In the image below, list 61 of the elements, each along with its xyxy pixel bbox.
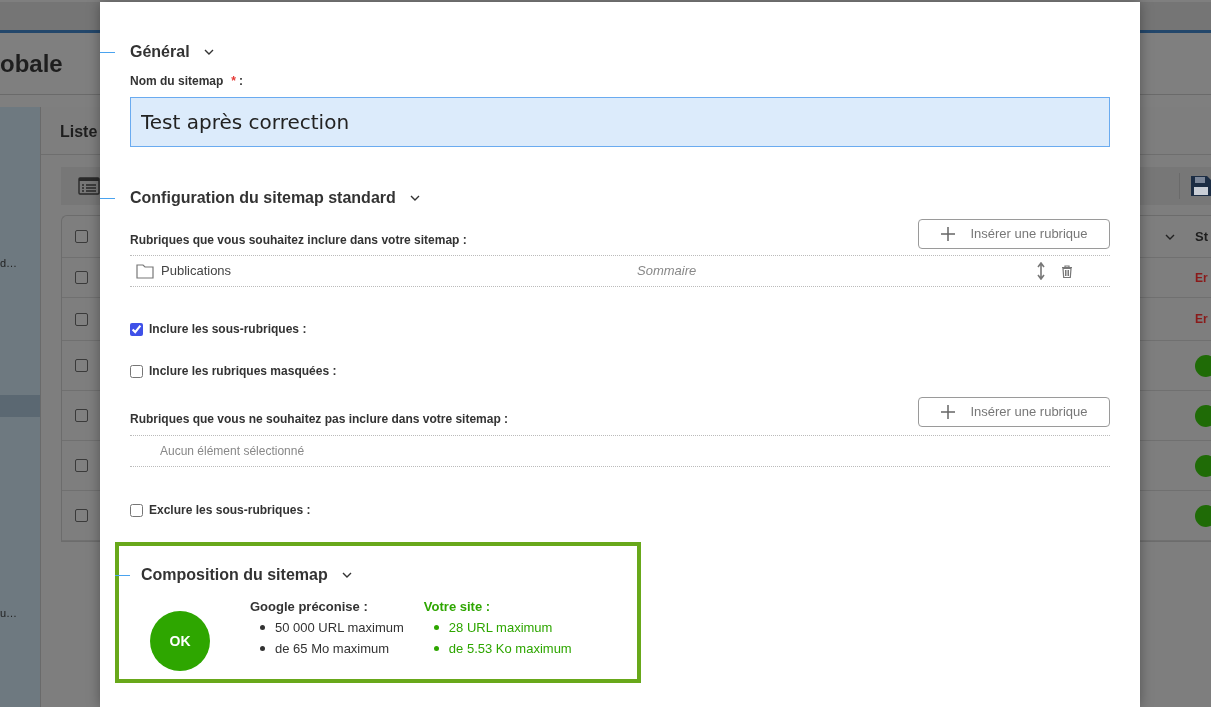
status-badge: OK	[150, 611, 210, 671]
list-text: de 5.53 Ko maximum	[448, 639, 572, 658]
template-name: Sommaire	[637, 262, 698, 281]
checkbox-label: Inclure les sous-rubriques :	[149, 321, 307, 338]
bullet-icon	[260, 645, 265, 651]
section-marker	[100, 51, 115, 53]
checkbox[interactable]	[130, 503, 143, 517]
empty-text: Aucun élément sélectionné	[160, 443, 305, 460]
chevron-icon[interactable]	[409, 195, 420, 201]
section-title: Configuration du sitemap standard	[130, 188, 396, 208]
move-icon[interactable]	[1037, 262, 1045, 280]
checkbox[interactable]	[75, 459, 88, 472]
section-title: Général	[130, 42, 190, 62]
checkbox[interactable]	[75, 409, 88, 422]
checkbox[interactable]	[130, 322, 143, 336]
section-marker	[115, 574, 130, 576]
item-name: Publications	[161, 262, 233, 281]
checkbox[interactable]	[75, 359, 88, 372]
list-text: 50 000 URL maximum	[275, 618, 404, 637]
checkbox[interactable]	[75, 230, 88, 243]
required-mark: *	[231, 74, 237, 88]
save-icon[interactable]	[1190, 175, 1211, 197]
list-icon[interactable]	[78, 177, 100, 195]
checkbox-label: Inclure les rubriques masquées :	[149, 363, 337, 380]
checkbox[interactable]	[75, 271, 88, 284]
checkbox[interactable]	[130, 364, 143, 378]
status-badge	[1195, 404, 1211, 427]
plus-icon	[940, 226, 957, 242]
section-title: Composition du sitemap	[141, 565, 328, 585]
list-text: de 65 Mo maximum	[275, 639, 390, 658]
field-label: Nom du sitemap	[130, 74, 224, 88]
page-title: obale	[0, 49, 63, 79]
status-text: Er	[1195, 311, 1209, 328]
checkbox[interactable]	[75, 509, 88, 522]
bullet-icon	[433, 624, 439, 630]
field-label: :	[239, 74, 244, 88]
folder-icon	[136, 263, 154, 279]
list-text: 28 URL maximum	[448, 618, 553, 637]
status-text: Er	[1195, 269, 1209, 287]
section-label: Rubriques que vous ne souhaitez pas inclure dans votre sitemap :	[130, 411, 509, 428]
checkbox-label: Exclure les sous-rubriques :	[149, 502, 311, 519]
status-badge	[1195, 354, 1211, 377]
column-title: Google préconise :	[250, 598, 369, 616]
chevron-icon[interactable]	[203, 49, 214, 55]
status-badge	[1195, 454, 1211, 477]
insert-button[interactable]: Insérer une rubrique	[918, 397, 1110, 427]
sidebar-item[interactable]: d…	[0, 252, 40, 274]
column-title: Votre site :	[423, 598, 492, 616]
status-badge	[1195, 504, 1211, 527]
plus-icon	[940, 404, 957, 420]
chevron-icon[interactable]	[341, 572, 352, 578]
sidebar-item[interactable]: u…	[0, 602, 40, 624]
section-label: Rubriques que vous souhaitez inclure dans votre sitemap :	[130, 232, 467, 249]
checkbox[interactable]	[75, 312, 88, 326]
trash-icon[interactable]	[1061, 264, 1073, 278]
bullet-icon	[433, 645, 439, 651]
column-header: St	[1195, 227, 1209, 246]
bullet-icon	[260, 624, 265, 630]
insert-button[interactable]: Insérer une rubrique	[918, 219, 1110, 249]
section-marker	[100, 197, 115, 199]
name-field[interactable]: Test après correction	[130, 97, 1110, 147]
